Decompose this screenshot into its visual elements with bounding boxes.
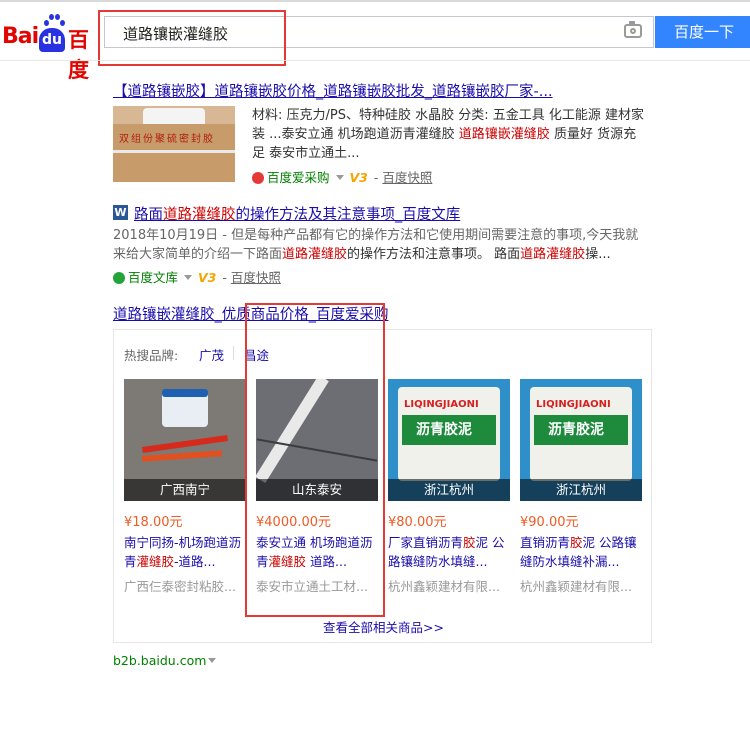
- source-name[interactable]: 百度文库: [128, 270, 178, 285]
- v3-badge[interactable]: V3: [198, 270, 216, 285]
- wenku-icon: [113, 272, 125, 284]
- hot-brands-label: 热搜品牌:: [124, 348, 179, 363]
- result-domain[interactable]: b2b.baidu.com: [113, 653, 217, 668]
- paw-icon: [44, 14, 65, 28]
- v3-badge[interactable]: V3: [349, 170, 367, 185]
- title-text: 路面: [134, 207, 163, 223]
- window-top-border: [0, 0, 750, 2]
- view-all-products-link[interactable]: 查看全部相关商品>>: [323, 617, 444, 636]
- tub-lid: [162, 389, 208, 397]
- brand-link-1[interactable]: 广茂: [199, 345, 224, 364]
- shop-name[interactable]: 杭州鑫颖建材有限...: [388, 576, 512, 595]
- product-price: ¥90.00元: [520, 515, 579, 530]
- product-name-4[interactable]: 直销沥青胶泥 公路镶缝防水填缝补漏...: [520, 533, 644, 571]
- result-1-title[interactable]: 【道路镶嵌胶】道路镶嵌胶价格_道路镶嵌胶批发_道路镶嵌胶厂家-...: [113, 80, 553, 101]
- highlight-box-search: [98, 10, 286, 66]
- logo-bai: Bai: [2, 24, 39, 49]
- abstract-keyword-2: 道路灌缝胶: [520, 247, 586, 262]
- logo-du: du: [39, 28, 65, 52]
- caulk-gun-2: [141, 450, 223, 462]
- snapshot-link[interactable]: 百度快照: [382, 170, 432, 185]
- snapshot-link[interactable]: 百度快照: [231, 270, 281, 285]
- product-location: 浙江杭州: [388, 479, 510, 501]
- title-text-tail: 的操作方法及其注意事项_百度文库: [235, 207, 461, 223]
- abstract-keyword: 道路灌缝胶: [282, 247, 348, 262]
- carton-box: 双组份聚硫密封胶: [113, 124, 235, 182]
- result-1-abstract: 材料: 压克力/PS、特种硅胶 水晶胶 分类: 五金工具 化工能源 建材家装 .…: [252, 106, 647, 164]
- title-keyword: 道路灌缝胶: [163, 207, 236, 223]
- label-cn: 沥青胶泥: [416, 422, 472, 438]
- chevron-down-icon[interactable]: [335, 175, 344, 180]
- product-image-3[interactable]: LIQINGJIAONI 沥青胶泥 浙江杭州: [388, 379, 510, 501]
- product-name-3[interactable]: 厂家直销沥青胶泥 公路镶缝防水填缝...: [388, 533, 512, 571]
- product-location: 浙江杭州: [520, 479, 642, 501]
- result-1-meta: 百度爱采购 V3 - 百度快照: [252, 167, 432, 186]
- shop-name[interactable]: 杭州鑫颖建材有限...: [520, 576, 644, 595]
- thumb-text: 双组份聚硫密封胶: [119, 134, 215, 145]
- result-1-thumbnail[interactable]: 双组份聚硫密封胶: [113, 106, 235, 182]
- result-2-title[interactable]: 路面道路灌缝胶的操作方法及其注意事项_百度文库: [134, 203, 460, 224]
- aicaigou-icon: [252, 172, 264, 184]
- header-divider: [0, 60, 750, 61]
- camera-icon[interactable]: [624, 21, 642, 38]
- label-cn: 沥青胶泥: [548, 422, 604, 438]
- product-location: 广西南宁: [124, 479, 246, 501]
- baidu-logo[interactable]: Bai du 百度: [2, 12, 106, 82]
- product-image-4[interactable]: LIQINGJIAONI 沥青胶泥 浙江杭州: [520, 379, 642, 501]
- product-price: ¥80.00元: [388, 515, 447, 530]
- label-text: LIQINGJIAONI: [404, 399, 479, 410]
- search-button[interactable]: 百度一下: [655, 16, 750, 48]
- product-name-1[interactable]: 南宁同扬-机场跑道沥青灌缝胶-道路...: [124, 533, 248, 571]
- brand-separator: [233, 346, 234, 360]
- abstract-text-tail: 操...: [585, 247, 611, 262]
- abstract-keyword: 道路镶嵌灌缝胶: [458, 127, 550, 142]
- chevron-down-icon[interactable]: [184, 275, 192, 280]
- chevron-down-icon[interactable]: [208, 658, 217, 663]
- result-2-meta: 百度文库 V3 - 百度快照: [113, 267, 281, 286]
- highlight-box-product: [245, 303, 385, 617]
- abstract-text-mid: 的操作方法和注意事项。 路面: [347, 247, 521, 262]
- carton-strap: [113, 150, 235, 153]
- word-doc-icon: W: [113, 205, 128, 220]
- shop-name[interactable]: 广西仨泰密封粘胶...: [124, 576, 248, 595]
- source-name[interactable]: 百度爱采购: [267, 170, 330, 185]
- product-image-1[interactable]: 广西南宁: [124, 379, 246, 501]
- product-price: ¥18.00元: [124, 515, 183, 530]
- result-2-abstract: 2018年10月19日 - 但是每种产品都有它的操作方法和它使用期间需要注意的事…: [113, 226, 648, 264]
- label-text: LIQINGJIAONI: [536, 399, 611, 410]
